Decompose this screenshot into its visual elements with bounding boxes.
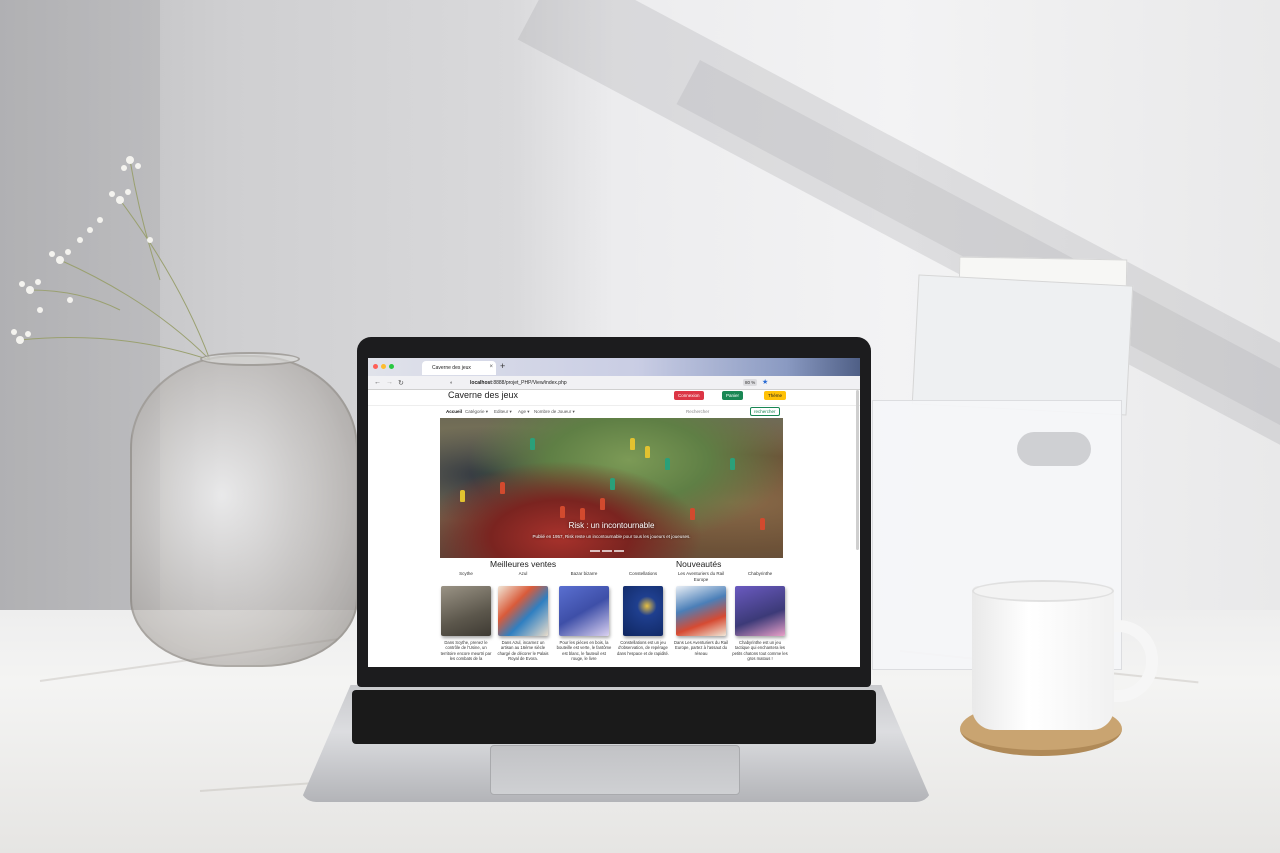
product-description: Dans Scythe, prenez le contrôle de l'Usi…	[440, 640, 492, 662]
search-input[interactable]: Rechercher	[686, 409, 709, 414]
carousel-subtitle: Publié en 1957, Risk reste un incontourn…	[532, 534, 691, 539]
organizer-handle	[1017, 432, 1091, 466]
white-mug	[972, 586, 1114, 730]
product-card[interactable]: Bazar bizarre Pour les pièces en bois, l…	[556, 571, 612, 667]
product-description: Dans Azul, incarnez un artisan au 16ème …	[497, 640, 549, 662]
reload-icon[interactable]: ↻	[398, 379, 404, 387]
product-card[interactable]: Chabyrinthe Chabyrinthe est un jeu tacti…	[732, 571, 788, 667]
glass-vase	[130, 355, 358, 667]
product-card[interactable]: Constellations Constellations est un jeu…	[615, 571, 671, 667]
address-field[interactable]: localhost:8888/projet_PHP/View/index.php	[470, 380, 567, 386]
nav-category[interactable]: Catégorie ▾	[465, 409, 488, 415]
nav-age[interactable]: Age ▾	[518, 409, 530, 415]
browser-tab[interactable]: Caverne des jeux ×	[422, 361, 496, 375]
product-card[interactable]: Scythe Dans Scythe, prenez le contrôle d…	[438, 571, 494, 667]
product-name: Bazar bizarre	[570, 571, 598, 576]
minimize-window-button[interactable]	[381, 364, 386, 369]
zoom-level[interactable]: 80 %	[743, 379, 758, 386]
tab-close-icon[interactable]: ×	[489, 364, 493, 370]
nav-publisher[interactable]: Editeur ▾	[494, 409, 512, 415]
theme-button[interactable]: Thème	[764, 391, 787, 400]
new-arrivals-heading: Nouveautés	[676, 559, 722, 569]
window-controls	[373, 364, 394, 369]
product-card[interactable]: Les Aventuriers du Rail Europe Dans Les …	[673, 571, 729, 667]
search-button[interactable]: rechercher	[750, 407, 780, 416]
mug-rim	[972, 580, 1114, 602]
laptop-keyboard	[352, 690, 876, 744]
product-image[interactable]	[441, 586, 491, 636]
best-sellers-heading: Meilleures ventes	[490, 559, 557, 569]
bookmark-star-icon[interactable]: ★	[762, 378, 768, 386]
forward-icon[interactable]: →	[386, 379, 393, 386]
nav-player-count[interactable]: Nombre de Joueur ▾	[534, 409, 575, 415]
page-scrollbar[interactable]	[856, 390, 859, 550]
cart-button[interactable]: Panier	[722, 391, 744, 400]
product-description: Chabyrinthe est un jeu tactique qui ench…	[732, 640, 788, 662]
product-description: Pour les pièces en bois, la bouteille es…	[556, 640, 612, 662]
product-image[interactable]	[735, 586, 785, 636]
site-nav: Accueil Catégorie ▾ Editeur ▾ Age ▾ Nomb…	[368, 405, 860, 417]
product-card[interactable]: Azul Dans Azul, incarnez un artisan au 1…	[495, 571, 551, 667]
product-description: Constellations est un jeu d'observation,…	[616, 640, 669, 656]
maximize-window-button[interactable]	[389, 364, 394, 369]
new-tab-button[interactable]: +	[500, 361, 505, 371]
laptop-screen: Caverne des jeux × + ← → ↻ ◐ localhost:8…	[368, 358, 860, 667]
product-name: Constellations	[628, 571, 658, 576]
browser-url-bar: ← → ↻ ◐ localhost:8888/projet_PHP/View/i…	[368, 376, 860, 390]
close-window-button[interactable]	[373, 364, 378, 369]
product-name: Azul	[518, 571, 528, 576]
site-header: Caverne des jeux Connexion Panier Thème	[368, 390, 860, 404]
product-name: Scythe	[459, 571, 473, 576]
product-name: Les Aventuriers du Rail Europe	[677, 571, 725, 582]
product-description: Dans Les Aventuriers du Rail Europe, par…	[674, 640, 728, 656]
back-icon[interactable]: ←	[374, 379, 381, 386]
product-image[interactable]	[498, 586, 548, 636]
hero-carousel[interactable]: Risk : un incontournable Publié en 1957,…	[440, 418, 783, 558]
photo-print	[911, 274, 1134, 416]
tab-title: Caverne des jeux	[432, 365, 471, 371]
product-image[interactable]	[559, 586, 609, 636]
shield-icon[interactable]: ◐	[450, 380, 453, 386]
product-image[interactable]	[623, 586, 663, 636]
product-name: Chabyrinthe	[747, 571, 773, 576]
nav-home[interactable]: Accueil	[446, 409, 462, 414]
carousel-title: Risk : un incontournable	[568, 521, 655, 530]
browser-tab-bar: Caverne des jeux × +	[368, 358, 860, 376]
carousel-indicators[interactable]	[590, 550, 624, 552]
vase-rim	[200, 352, 300, 366]
laptop-trackpad[interactable]	[490, 745, 740, 795]
product-image[interactable]	[676, 586, 726, 636]
login-button[interactable]: Connexion	[674, 391, 704, 400]
site-brand[interactable]: Caverne des jeux	[448, 390, 518, 400]
